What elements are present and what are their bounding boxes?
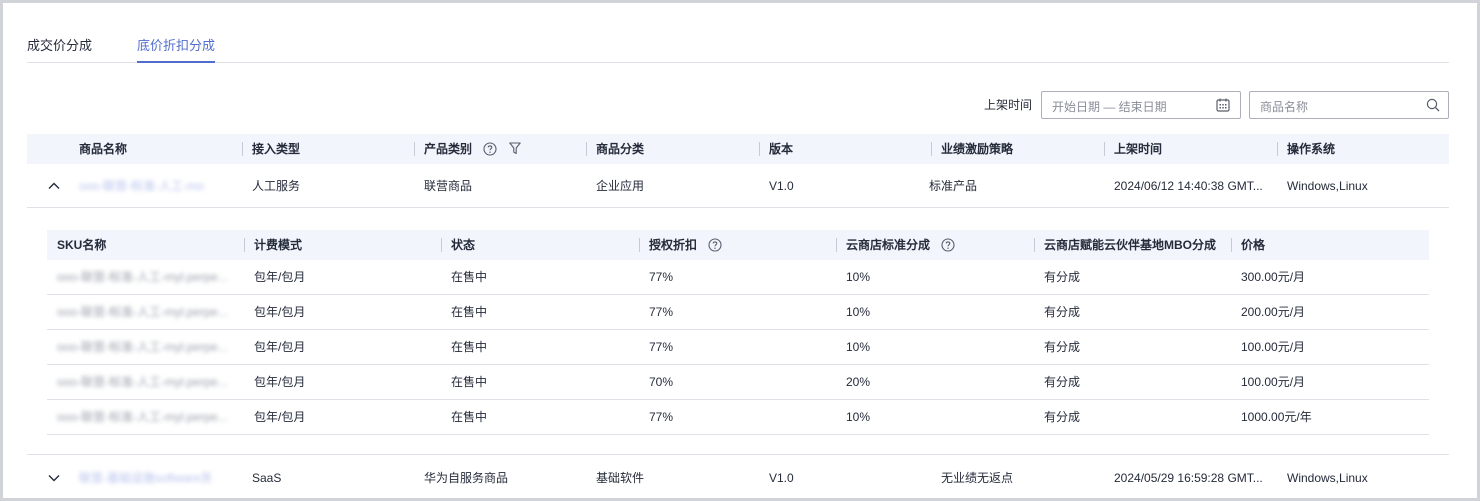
- sku-row: ooo-联营-标准-人工-myl.perpe... 包年/包月 在售中 77% …: [47, 330, 1429, 365]
- listing-time-label: 上架时间: [984, 98, 1033, 112]
- billing-mode-cell: 包年/包月: [254, 410, 306, 424]
- billing-mode-cell: 包年/包月: [254, 305, 306, 319]
- sku-name-cell: ooo-联营-标准-人工-myl.perpe...: [57, 375, 228, 389]
- standard-share-cell: 10%: [846, 305, 871, 319]
- discount-cell: 77%: [649, 410, 674, 424]
- question-circle-icon[interactable]: [483, 142, 497, 156]
- mbo-share-cell: 有分成: [1044, 375, 1081, 389]
- billing-mode-cell: 包年/包月: [254, 270, 306, 284]
- column-header-product-name: 商品名称: [79, 142, 128, 156]
- sku-table-header: SKU名称 计费模式 状态 授权折扣 云商店标准分成 云商店赋能云伙伴基地MBO…: [47, 230, 1429, 260]
- status-cell: 在售中: [451, 305, 488, 319]
- classification-cell: 基础软件: [596, 471, 645, 485]
- classification-cell: 企业应用: [596, 179, 645, 193]
- question-circle-icon[interactable]: [708, 238, 722, 252]
- column-header-billing-mode: 计费模式: [244, 230, 302, 260]
- status-cell: 在售中: [451, 270, 488, 284]
- mbo-share-cell: 有分成: [1044, 340, 1081, 354]
- listing-time-cell: 2024/05/29 16:59:28 GMT...: [1114, 471, 1263, 485]
- chevron-down-icon[interactable]: [47, 471, 61, 485]
- question-circle-icon[interactable]: [941, 238, 955, 252]
- search-placeholder: 商品名称: [1260, 100, 1309, 114]
- funnel-icon[interactable]: [508, 142, 521, 155]
- access-type-cell: SaaS: [252, 471, 282, 485]
- sku-expand-panel: SKU名称 计费模式 状态 授权折扣 云商店标准分成 云商店赋能云伙伴基地MBO…: [27, 209, 1449, 455]
- discount-cell: 77%: [649, 270, 674, 284]
- price-cell: 300.00元/月: [1241, 270, 1306, 284]
- tab-transaction-price-share[interactable]: 成交价分成: [27, 35, 92, 63]
- strategy-cell: 无业绩无返点: [941, 471, 1014, 485]
- price-cell: 100.00元/月: [1241, 340, 1306, 354]
- column-header-os: 操作系统: [1277, 134, 1335, 164]
- column-header-sku-name: SKU名称: [57, 238, 107, 252]
- chevron-up-icon[interactable]: [47, 179, 61, 193]
- os-cell: Windows,Linux: [1287, 471, 1368, 485]
- strategy-cell: 标准产品: [929, 179, 978, 193]
- column-header-access-type: 接入类型: [242, 134, 300, 164]
- sku-row: ooo-联营-标准-人工-myl.perpe... 包年/包月 在售中 77% …: [47, 400, 1429, 435]
- sku-row: ooo-联营-标准-人工-myl.perpe... 包年/包月 在售中 77% …: [47, 295, 1429, 330]
- search-icon[interactable]: [1426, 98, 1440, 112]
- version-cell: V1.0: [769, 471, 794, 485]
- column-header-standard-share: 云商店标准分成: [836, 230, 955, 260]
- standard-share-cell: 10%: [846, 410, 871, 424]
- table-row: ooo-联营-标准-人工-mo 人工服务 联营商品 企业应用 V1.0 标准产品…: [27, 164, 1449, 208]
- date-range-picker[interactable]: 开始日期 — 结束日期: [1041, 91, 1241, 119]
- column-header-version: 版本: [759, 134, 793, 164]
- price-cell: 1000.00元/年: [1241, 410, 1312, 424]
- status-cell: 在售中: [451, 410, 488, 424]
- price-cell: 200.00元/月: [1241, 305, 1306, 319]
- sku-row: ooo-联营-标准-人工-myl.perpe... 包年/包月 在售中 70% …: [47, 365, 1429, 400]
- status-cell: 在售中: [451, 375, 488, 389]
- product-name-search-input[interactable]: 商品名称: [1249, 91, 1449, 119]
- access-type-cell: 人工服务: [252, 179, 301, 193]
- column-header-product-category: 产品类别: [414, 134, 521, 164]
- product-category-cell: 联营商品: [424, 179, 473, 193]
- sku-name-cell: ooo-联营-标准-人工-myl.perpe...: [57, 270, 228, 284]
- tab-bar: 成交价分成 底价折扣分成: [27, 29, 1449, 63]
- version-cell: V1.0: [769, 179, 794, 193]
- column-header-price: 价格: [1231, 230, 1265, 260]
- sku-name-cell: ooo-联营-标准-人工-myl.perpe...: [57, 340, 228, 354]
- mbo-share-cell: 有分成: [1044, 270, 1081, 284]
- mbo-share-cell: 有分成: [1044, 410, 1081, 424]
- product-name-link[interactable]: ooo-联营-标准-人工-mo: [79, 164, 229, 208]
- column-header-strategy: 业绩激励策略: [931, 134, 1013, 164]
- status-cell: 在售中: [451, 340, 488, 354]
- discount-cell: 77%: [649, 340, 674, 354]
- table-row: 联营-基础设施software测试 SaaS 华为自服务商品 基础软件 V1.0…: [27, 456, 1449, 500]
- column-header-status: 状态: [441, 230, 475, 260]
- column-header-mbo-share: 云商店赋能云伙伴基地MBO分成: [1034, 230, 1216, 260]
- standard-share-cell: 10%: [846, 270, 871, 284]
- sku-name-cell: ooo-联营-标准-人工-myl.perpe...: [57, 305, 228, 319]
- discount-cell: 77%: [649, 305, 674, 319]
- billing-mode-cell: 包年/包月: [254, 340, 306, 354]
- column-header-license-discount: 授权折扣: [639, 230, 722, 260]
- standard-share-cell: 20%: [846, 375, 871, 389]
- product-category-cell: 华为自服务商品: [424, 471, 509, 485]
- os-cell: Windows,Linux: [1287, 179, 1368, 193]
- column-header-classification: 商品分类: [586, 134, 644, 164]
- column-header-listing-time: 上架时间: [1104, 134, 1162, 164]
- calendar-icon[interactable]: [1216, 98, 1230, 112]
- product-table-header: 商品名称 接入类型 产品类别 商品分类 版本 业绩激励策略 上架时间 操作系统: [27, 134, 1449, 164]
- discount-cell: 70%: [649, 375, 674, 389]
- mbo-share-cell: 有分成: [1044, 305, 1081, 319]
- product-name-link[interactable]: 联营-基础设施software测试: [79, 456, 211, 500]
- price-cell: 100.00元/月: [1241, 375, 1306, 389]
- standard-share-cell: 10%: [846, 340, 871, 354]
- sku-row: ooo-联营-标准-人工-myl.perpe... 包年/包月 在售中 77% …: [47, 260, 1429, 295]
- sku-name-cell: ooo-联营-标准-人工-myl.perpe...: [57, 410, 228, 424]
- date-range-placeholder: 开始日期 — 结束日期: [1052, 100, 1167, 114]
- tab-base-price-discount-share[interactable]: 底价折扣分成: [137, 35, 216, 63]
- billing-mode-cell: 包年/包月: [254, 375, 306, 389]
- listing-time-cell: 2024/06/12 14:40:38 GMT...: [1114, 179, 1263, 193]
- page-frame: 成交价分成 底价折扣分成 上架时间 开始日期 — 结束日期 商品名称 商品名称 …: [0, 0, 1480, 501]
